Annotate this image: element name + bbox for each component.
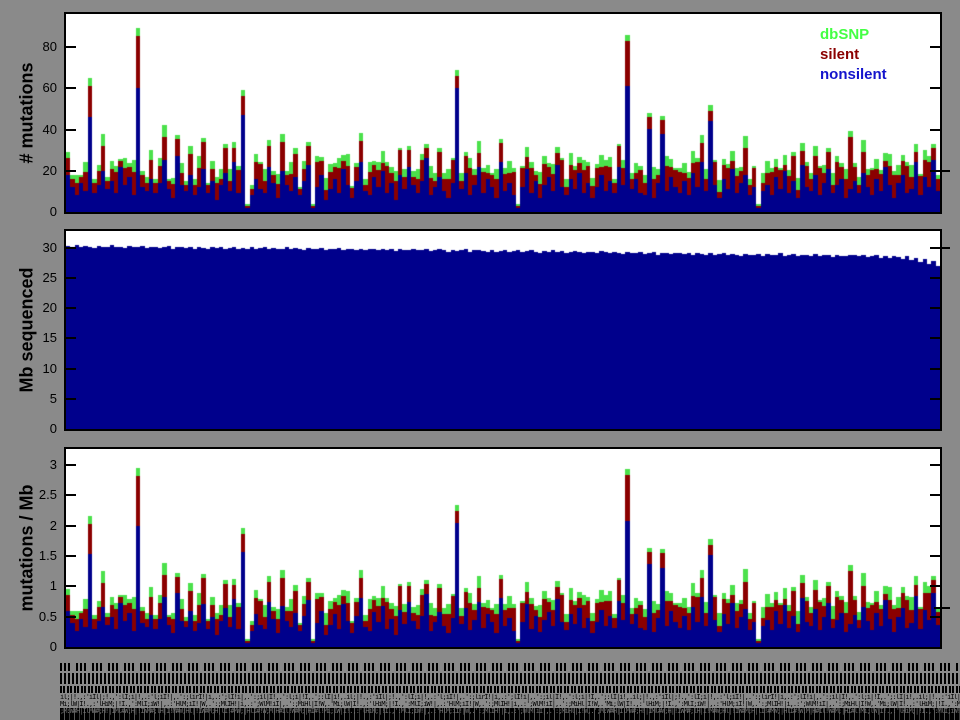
- y-tick-label: 0: [17, 640, 57, 654]
- mutation-figure: # mutations Mb sequenced mutations / Mb …: [0, 0, 960, 720]
- y-tick-mark-right: [930, 525, 940, 527]
- mutation-counts-bars: [66, 14, 940, 212]
- y-tick-label: 25: [17, 271, 57, 285]
- y-tick-label: 0: [17, 205, 57, 219]
- legend-item-dbsnp: dbSNP: [820, 25, 887, 45]
- y-tick-mark-left: [66, 464, 76, 466]
- y-tick-mark-right: [930, 368, 940, 370]
- y-tick-mark-right: [930, 277, 940, 279]
- y-tick-mark-left: [66, 368, 76, 370]
- y-tick-mark-left: [66, 337, 76, 339]
- sample-labels-noise-row: il;|!.,:'iIl|;!.,':lI;i|!,.:'l;iI!|,.':;…: [60, 694, 960, 701]
- y-tick-label: 60: [17, 81, 57, 95]
- y-tick-mark-right: [930, 337, 940, 339]
- y-tick-mark-right: [930, 46, 940, 48]
- y-tick-mark-left: [66, 277, 76, 279]
- y-tick-label: 40: [17, 123, 57, 137]
- median-tick-right: [934, 247, 950, 249]
- y-tick-mark-left: [66, 398, 76, 400]
- sample-labels-tick-row: [60, 663, 960, 671]
- y-tick-mark-right: [930, 87, 940, 89]
- y-tick-mark-left: [66, 307, 76, 309]
- median-tick-right: [934, 607, 950, 609]
- y-tick-label: 0.5: [17, 610, 57, 624]
- y-tick-label: 0: [17, 422, 57, 436]
- y-tick-mark-left: [66, 555, 76, 557]
- y-tick-label: 20: [17, 301, 57, 315]
- y-tick-label: 2.5: [17, 488, 57, 502]
- y-tick-label: 15: [17, 331, 57, 345]
- y-tick-label: 1: [17, 579, 57, 593]
- y-tick-mark-right: [930, 129, 940, 131]
- legend-item-silent: silent: [820, 45, 887, 65]
- sample-labels-noise-row: Mi;lW|I!.,:'lHiM;|!I.,':MlI;iW!|,.:'HlM;…: [60, 701, 960, 708]
- y-tick-label: 2: [17, 519, 57, 533]
- y-tick-label: 5: [17, 392, 57, 406]
- y-tick-mark-left: [66, 525, 76, 527]
- y-tick-mark-right: [930, 494, 940, 496]
- panel-mutation-rates: [64, 447, 942, 649]
- y-tick-mark-right: [930, 464, 940, 466]
- y-tick-label: 1.5: [17, 549, 57, 563]
- y-tick-mark-left: [66, 616, 76, 618]
- y-tick-mark-left: [66, 585, 76, 587]
- mutation-rates-bars: [66, 449, 940, 647]
- y-tick-mark-right: [930, 398, 940, 400]
- sample-labels-noise-row: ;M:W#H|IlMW#;H!|IMl#W;H|!IWM#;lH|I!M#W;H…: [60, 708, 960, 720]
- y-tick-label: 20: [17, 164, 57, 178]
- y-tick-mark-left: [66, 87, 76, 89]
- mb-sequenced-bars: [66, 231, 940, 429]
- y-tick-mark-left: [66, 170, 76, 172]
- y-tick-mark-right: [930, 616, 940, 618]
- y-tick-mark-left: [66, 247, 76, 249]
- y-tick-mark-right: [930, 307, 940, 309]
- y-tick-mark-right: [930, 555, 940, 557]
- y-tick-mark-left: [66, 129, 76, 131]
- sample-labels-dense-row: [60, 673, 960, 684]
- y-tick-mark-left: [66, 46, 76, 48]
- sample-labels-texture: il;|!.,:'iIl|;!.,':lI;i|!,.:'l;iI!|,.':;…: [60, 659, 960, 720]
- y-tick-label: 3: [17, 458, 57, 472]
- legend-item-nonsilent: nonsilent: [820, 65, 887, 85]
- panel-mutation-counts: [64, 12, 942, 214]
- y-tick-label: 10: [17, 362, 57, 376]
- y-axis-label-mutations: # mutations: [17, 62, 38, 163]
- legend: dbSNP silent nonsilent: [820, 25, 887, 85]
- y-tick-label: 80: [17, 40, 57, 54]
- median-tick-right: [934, 170, 950, 172]
- y-tick-mark-left: [66, 494, 76, 496]
- sample-labels-dense-row-2: [60, 686, 960, 693]
- y-tick-mark-right: [930, 585, 940, 587]
- panel-mb-sequenced: [64, 229, 942, 431]
- y-tick-label: 30: [17, 241, 57, 255]
